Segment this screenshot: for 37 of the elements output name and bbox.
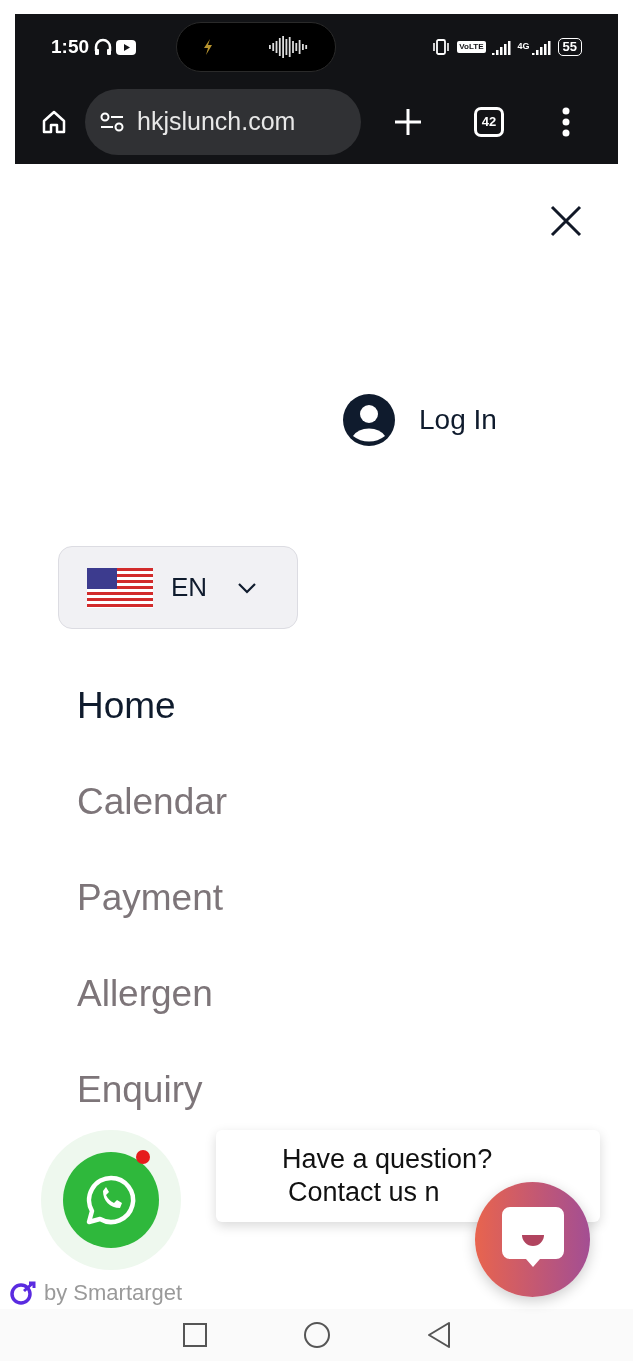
status-time: 1:50 — [51, 34, 90, 59]
headphones-icon — [94, 38, 113, 56]
menu-link[interactable]: Enquiry — [77, 1065, 203, 1115]
menu-link[interactable]: Home — [77, 681, 176, 731]
bolt-icon — [203, 39, 214, 55]
waveform-icon — [269, 36, 310, 58]
flag-icon — [87, 567, 153, 608]
play-icon — [116, 39, 137, 55]
more-options-icon[interactable] — [562, 107, 570, 137]
language-selector[interactable]: EN — [58, 546, 298, 629]
vibrate-icon — [431, 39, 452, 55]
branding-text: by Smartarget — [44, 1279, 183, 1307]
site-settings-icon[interactable] — [99, 112, 125, 132]
close-icon[interactable] — [549, 204, 583, 238]
login-link[interactable]: Log In — [419, 399, 497, 441]
volte-badge: VoLTE — [457, 41, 486, 53]
battery-indicator: 55 — [557, 38, 582, 56]
signal-icon — [531, 39, 552, 55]
menu-link[interactable]: Allergen — [77, 969, 213, 1019]
back-icon[interactable] — [425, 1321, 452, 1349]
chat-button[interactable] — [475, 1182, 590, 1297]
home-icon[interactable] — [41, 109, 67, 135]
chat-prompt-text: Contact us n — [288, 1176, 441, 1209]
menu-link[interactable]: Calendar — [77, 777, 228, 827]
signal-icon — [491, 39, 512, 55]
recents-icon[interactable] — [181, 1322, 208, 1348]
address-bar[interactable]: hkjslunch.com — [85, 89, 361, 155]
menu-link[interactable]: Payment — [77, 873, 223, 923]
user-avatar-icon[interactable] — [343, 394, 395, 446]
tab-count-button[interactable]: 42 — [474, 107, 504, 137]
home-button-icon[interactable] — [302, 1321, 331, 1349]
chevron-down-icon — [237, 581, 258, 594]
url-text: hkjslunch.com — [137, 106, 296, 138]
chat-prompt-text: Have a question? — [282, 1143, 494, 1176]
smartarget-logo-icon — [10, 1280, 36, 1305]
network-type: 4G — [517, 42, 530, 51]
plus-icon[interactable] — [393, 107, 423, 137]
